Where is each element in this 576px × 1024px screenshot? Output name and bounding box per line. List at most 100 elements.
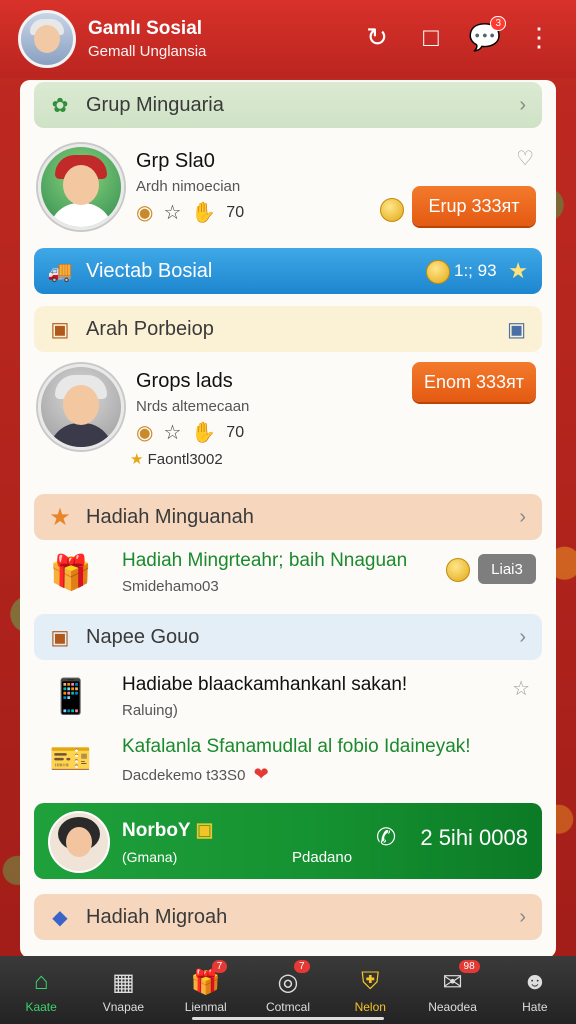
nav-label: Hate: [522, 1000, 548, 1014]
chevron-right-icon: ›: [519, 906, 526, 928]
app-header: Gamlı Sosial Gemall Unglansia ↻ □ 💬 3 ⋮: [0, 0, 576, 78]
heart-outline-icon[interactable]: ♡: [516, 146, 534, 171]
truck-icon: 🚚: [47, 260, 73, 283]
hadiah-bar-label: Hadiah Minguanah: [86, 505, 254, 528]
coin-icon: [446, 558, 470, 582]
reward-subtitle: Dacdekemo t33S0 ❤: [122, 764, 269, 785]
leaf-icon: ✿: [51, 94, 69, 117]
hand-icon: ✋: [191, 202, 217, 224]
hadiah-bar-2[interactable]: ◆ Hadiah Migroah ›: [34, 894, 542, 940]
reward-subtitle-text: Dacdekemo t33S0: [122, 767, 246, 784]
napee-bar[interactable]: ▣ Napee Gouo ›: [34, 614, 542, 660]
join-button-2[interactable]: Enom 333ят: [412, 362, 536, 402]
edit-icon[interactable]: □: [416, 22, 446, 52]
promo-subtitle: (Gmana): [122, 849, 178, 865]
nav-label: Cotmcal: [265, 1000, 310, 1014]
app-title: Gamlı Sosial: [88, 18, 203, 39]
nav-label: Nelon: [354, 1000, 386, 1014]
chevron-right-icon: ›: [519, 94, 526, 116]
nav-label: Vnapae: [102, 1000, 145, 1014]
coin-icon: [380, 198, 404, 222]
more-icon[interactable]: ⋮: [524, 22, 554, 52]
hadiah-bar-2-label: Hadiah Migroah: [86, 905, 228, 928]
social-bar-value: 1:; 93: [454, 261, 497, 280]
nav-item-gift[interactable]: 🎁 7 Lienmal: [165, 956, 247, 1024]
nav-item-mail[interactable]: ✉ 98 Neaodea: [411, 956, 493, 1024]
profile-count: 70: [226, 203, 245, 221]
nav-item-cube[interactable]: ▦ Vnapae: [82, 956, 164, 1024]
profile-name: Grp Sla0: [136, 150, 215, 172]
profile-extra: ★ Faontl3002: [130, 450, 223, 468]
nav-item-shield[interactable]: ⛨ Nelon: [329, 956, 411, 1024]
star-outline-icon[interactable]: ☆: [512, 676, 530, 701]
promo-name: NorboY ▣: [122, 819, 214, 842]
reward-subtitle: Raluing): [122, 702, 178, 719]
home-icon: ⌂: [33, 968, 49, 995]
reward-row-2[interactable]: 📱 Hadiabe blaackamhankanl sakan! Raluing…: [34, 668, 542, 728]
person-icon: ☻: [522, 968, 548, 995]
chat-icon[interactable]: 💬 3: [469, 16, 506, 52]
hand-icon: ✋: [191, 422, 217, 444]
star-outline-icon: ☆: [163, 422, 182, 444]
ticket-icon: 🎫: [49, 740, 93, 778]
reward-row-3[interactable]: 🎫 Kafalanla Sfanamudlal al fobio Idainey…: [34, 730, 542, 790]
chevron-right-icon: ›: [519, 506, 526, 528]
profile-avatar: [38, 364, 124, 450]
group-bar-label: Grup Minguaria: [86, 93, 224, 116]
reward-title: Hadiabe blaackamhankanl sakan!: [122, 674, 408, 695]
profile-name: Grops lads: [136, 370, 233, 392]
mail-icon: ✉: [442, 968, 463, 996]
bean-icon: ◉: [136, 422, 154, 444]
nav-item-profile[interactable]: ☻ Hate: [494, 956, 576, 1024]
phone-icon: ✆: [376, 824, 397, 851]
reward-title: Hadiah Mingrteahr; baih Nnaguan: [122, 550, 408, 571]
profile-subtitle: Nrds altemecaan: [136, 398, 250, 415]
bottom-nav: ⌂ Kaate ▦ Vnapae 🎁 7 Lienmal ◎ 7 Cotmcal…: [0, 956, 576, 1024]
rewards-icon: 🎁: [49, 554, 93, 592]
nav-item-target[interactable]: ◎ 7 Cotmcal: [247, 956, 329, 1024]
reward-subtitle: Smidehamo03: [122, 578, 219, 595]
bean-icon: ◉: [136, 202, 154, 224]
profile-card-1[interactable]: Grp Sla0 Ardh nimoecian ◉ ☆ ✋ 70 ♡ Erup …: [34, 140, 542, 240]
social-bar-label: Viectab Bosial: [86, 259, 213, 282]
reward-row-1[interactable]: 🎁 Hadiah Mingrteahr; baih Nnaguan Smideh…: [34, 544, 542, 604]
profile-avatar: [38, 144, 124, 230]
nav-badge: 7: [293, 960, 310, 973]
nav-item-home[interactable]: ⌂ Kaate: [0, 956, 82, 1024]
join-button-1[interactable]: Erup 333ят: [412, 186, 536, 226]
title-block: Gamlı Sosial Gemall Unglansia: [88, 18, 206, 60]
promo-avatar: [48, 811, 110, 873]
phone-gift-icon: 📱: [49, 678, 93, 716]
cube-icon: ▦: [112, 968, 135, 996]
coin-icon: [426, 260, 450, 284]
star-outline-icon: ☆: [163, 202, 182, 224]
chest-icon: ▣: [50, 318, 70, 341]
green-promo-card[interactable]: NorboY ▣ (Gmana) Pdadano ✆ 2 5ihi 0008: [34, 803, 542, 879]
profile-card-2[interactable]: Grops lads Nrds altemecaan ◉ ☆ ✋ 70 ★ Fa…: [34, 360, 542, 480]
nav-badge: 98: [458, 960, 480, 973]
chat-badge: 3: [490, 16, 506, 31]
nav-label: Lienmal: [184, 1000, 227, 1014]
group-bar[interactable]: ✿ Grup Minguaria ›: [34, 82, 542, 128]
profile-extra-text: Faontl3002: [147, 451, 223, 468]
lock-icon: ▣: [507, 319, 526, 341]
chest-icon: ▣: [195, 820, 214, 841]
profile-count: 70: [226, 423, 245, 441]
user-avatar[interactable]: [18, 10, 76, 68]
gift-icon: ◆: [52, 906, 68, 929]
shield-icon: ⛨: [361, 968, 380, 995]
star-icon: ★: [508, 258, 528, 283]
nav-label: Kaate: [25, 1000, 57, 1014]
promo-mid-text: Pdadano: [292, 849, 353, 866]
nav-indicator: [192, 1017, 384, 1020]
nav-badge: 7: [211, 960, 228, 973]
napee-bar-label: Napee Gouo: [86, 625, 200, 648]
promo-name-text: NorboY: [122, 820, 191, 841]
social-bar[interactable]: 🚚 Viectab Bosial 1:; 93 ★: [34, 248, 542, 294]
nav-label: Neaodea: [428, 1000, 477, 1014]
hadiah-bar[interactable]: ★ Hadiah Minguanah ›: [34, 494, 542, 540]
claim-button[interactable]: Liai3: [478, 554, 536, 584]
main-panel: ✿ Grup Minguaria › Grp Sla0 Ardh nimoeci…: [20, 80, 556, 958]
arah-bar[interactable]: ▣ Arah Porbeiop ▣: [34, 306, 542, 352]
refresh-icon[interactable]: ↻: [362, 22, 392, 52]
